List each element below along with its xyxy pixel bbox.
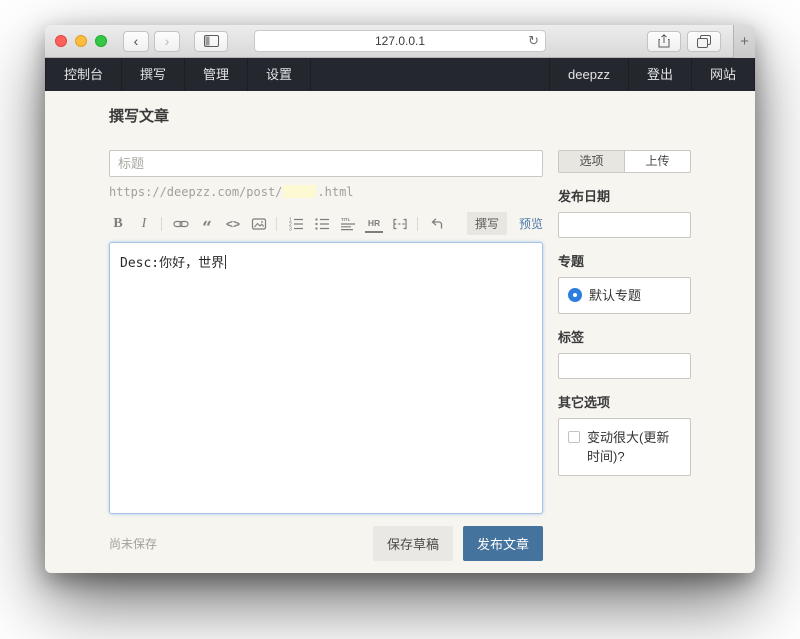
- browser-titlebar: ‹ › 127.0.0.1 ↻: [45, 25, 755, 58]
- nav-item-manage[interactable]: 管理: [185, 58, 248, 91]
- tab-upload[interactable]: 上传: [625, 151, 690, 172]
- nav-item-settings[interactable]: 设置: [248, 58, 311, 91]
- preview-mode-tab[interactable]: 预览: [519, 215, 543, 232]
- topic-panel: 默认专题: [558, 277, 691, 314]
- share-button[interactable]: [647, 31, 681, 52]
- heading-icon: TITL: [340, 216, 356, 232]
- other-options-panel: 变动很大(更新时间)?: [558, 418, 691, 476]
- heading-button[interactable]: TITL: [339, 215, 357, 233]
- browser-window: ‹ › 127.0.0.1 ↻: [45, 25, 755, 573]
- page-break-icon: [392, 216, 408, 232]
- undo-button[interactable]: [428, 215, 446, 233]
- nav-item-logout[interactable]: 登出: [628, 58, 691, 91]
- toolbar-divider: [276, 217, 277, 231]
- nav-item-console[interactable]: 控制台: [45, 58, 122, 91]
- minimize-window-button[interactable]: [75, 35, 87, 47]
- save-draft-button[interactable]: 保存草稿: [373, 526, 453, 561]
- address-bar[interactable]: 127.0.0.1 ↻: [254, 30, 546, 52]
- save-status-text: 尚未保存: [109, 535, 157, 552]
- slug-suffix: .html: [317, 185, 353, 199]
- page-break-button[interactable]: [391, 215, 409, 233]
- sidebar-tabs: 选项 上传: [558, 150, 691, 173]
- topic-option-row[interactable]: 默认专题: [568, 287, 681, 304]
- text-caret: [225, 255, 226, 269]
- tab-overview-button[interactable]: [687, 31, 721, 52]
- link-icon: [173, 216, 189, 232]
- topic-option-label: 默认专题: [589, 287, 641, 304]
- url-text: 127.0.0.1: [375, 34, 425, 48]
- sidebar-toggle-button[interactable]: [194, 31, 228, 52]
- publish-date-input[interactable]: [558, 212, 691, 238]
- history-nav-group: ‹ ›: [123, 31, 180, 52]
- admin-navbar: 控制台 撰写 管理 设置 deepzz 登出 网站: [45, 58, 755, 91]
- checkbox-unchecked-icon[interactable]: [568, 431, 580, 443]
- forward-button[interactable]: ›: [154, 31, 180, 52]
- code-button[interactable]: <>: [224, 215, 242, 233]
- image-icon: [251, 216, 267, 232]
- options-sidebar: 选项 上传 发布日期 专题 默认专题 标签 其它选项: [558, 150, 691, 561]
- publish-date-label: 发布日期: [558, 186, 691, 205]
- permalink-preview: https://deepzz.com/post/ .html: [109, 185, 543, 199]
- action-buttons: 保存草稿 发布文章: [373, 526, 543, 561]
- close-window-button[interactable]: [55, 35, 67, 47]
- italic-button[interactable]: I: [135, 215, 153, 233]
- post-content-text: Desc:你好，世界: [120, 256, 224, 271]
- reload-icon[interactable]: ↻: [528, 31, 539, 51]
- slug-prefix: https://deepzz.com/post/: [109, 185, 282, 199]
- toolbar-divider: [417, 217, 418, 231]
- editor-toolbar: B I “ <>: [109, 212, 543, 235]
- back-button[interactable]: ‹: [123, 31, 149, 52]
- toolbar-divider: [161, 217, 162, 231]
- post-content-textarea[interactable]: Desc:你好，世界: [109, 242, 543, 514]
- share-icon: [658, 34, 670, 48]
- link-button[interactable]: [172, 215, 190, 233]
- other-option-row[interactable]: 变动很大(更新时间)?: [568, 428, 681, 466]
- ordered-list-icon: 1 2 3: [288, 216, 304, 232]
- svg-text:TITL: TITL: [341, 217, 351, 222]
- topic-label: 专题: [558, 251, 691, 270]
- zoom-window-button[interactable]: [95, 35, 107, 47]
- sidebar-icon: [204, 35, 219, 47]
- undo-icon: [429, 216, 445, 232]
- image-button[interactable]: [250, 215, 268, 233]
- other-options-label: 其它选项: [558, 392, 691, 411]
- write-mode-tab[interactable]: 撰写: [467, 212, 507, 235]
- traffic-lights: [55, 35, 107, 47]
- navbar-spacer: [311, 58, 549, 91]
- bold-button[interactable]: B: [109, 215, 127, 233]
- radio-selected-icon[interactable]: [568, 288, 582, 302]
- nav-item-write[interactable]: 撰写: [122, 58, 185, 91]
- tabs-icon: [697, 35, 711, 48]
- page-content: 撰写文章 https://deepzz.com/post/ .html B I: [45, 91, 755, 573]
- tags-input[interactable]: [558, 353, 691, 379]
- ordered-list-button[interactable]: 1 2 3: [287, 215, 305, 233]
- editor-column: https://deepzz.com/post/ .html B I “ <>: [109, 150, 543, 561]
- blockquote-button[interactable]: “: [198, 215, 216, 233]
- svg-text:3: 3: [289, 226, 292, 232]
- post-title-input[interactable]: [109, 150, 543, 177]
- page-title: 撰写文章: [109, 91, 691, 126]
- horizontal-rule-button[interactable]: HR: [365, 215, 383, 233]
- new-tab-button[interactable]: +: [733, 25, 755, 58]
- slug-editable-field[interactable]: [283, 185, 316, 198]
- titlebar-right-group: [647, 31, 721, 52]
- editor-footer: 尚未保存 保存草稿 发布文章: [109, 526, 543, 561]
- tab-options[interactable]: 选项: [559, 151, 625, 172]
- tags-label: 标签: [558, 327, 691, 346]
- unordered-list-button[interactable]: [313, 215, 331, 233]
- nav-item-user[interactable]: deepzz: [549, 58, 628, 91]
- nav-item-site[interactable]: 网站: [691, 58, 755, 91]
- navbar-right-group: deepzz 登出 网站: [549, 58, 755, 91]
- publish-button[interactable]: 发布文章: [463, 526, 543, 561]
- other-option-label: 变动很大(更新时间)?: [587, 428, 681, 466]
- unordered-list-icon: [314, 216, 330, 232]
